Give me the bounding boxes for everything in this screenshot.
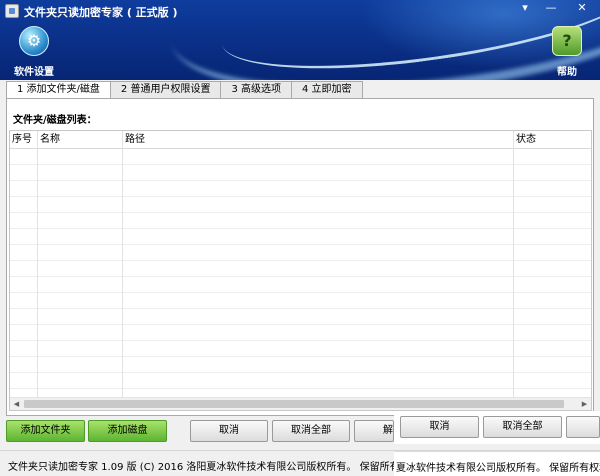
settings-label: 软件设置 — [14, 67, 54, 78]
table-row[interactable] — [10, 341, 591, 357]
tab-panel: 文件夹/磁盘列表： 序号 名称 路径 状态 ◀ ▶ — [6, 98, 594, 416]
gear-icon: ⚙ — [19, 26, 49, 56]
cancel-all-button-duplicate[interactable]: 取消全部 — [483, 416, 562, 438]
table-row[interactable] — [10, 277, 591, 293]
partial-button[interactable] — [566, 416, 600, 438]
status-bar: 文件夹只读加密专家 1.09 版 (C) 2016 洛阳夏冰软件技术有限公司版权… — [0, 450, 600, 476]
table-row[interactable] — [10, 373, 591, 389]
table-row[interactable] — [10, 357, 591, 373]
menu-dropdown-button[interactable]: ▾ — [512, 0, 538, 18]
column-header-index[interactable]: 序号 — [10, 131, 38, 149]
tab-advanced-options[interactable]: 3 高级选项 — [220, 81, 293, 98]
list-label: 文件夹/磁盘列表： — [13, 115, 97, 126]
settings-button[interactable]: ⚙ 软件设置 — [8, 26, 60, 78]
help-button[interactable]: ? 帮助 — [541, 26, 593, 78]
status-text: 文件夹只读加密专家 1.09 版 (C) 2016 洛阳夏冰软件技术有限公司版权… — [8, 462, 430, 473]
column-header-status[interactable]: 状态 — [514, 131, 591, 149]
close-button[interactable]: ✕ — [566, 0, 598, 18]
table-row[interactable] — [10, 309, 591, 325]
column-header-name[interactable]: 名称 — [38, 131, 123, 149]
table-row[interactable] — [10, 149, 591, 165]
overlay-window-fragment: 取消 取消全部 — [394, 411, 600, 444]
table-row[interactable] — [10, 165, 591, 181]
tab-encrypt-now[interactable]: 4 立即加密 — [291, 81, 363, 98]
app-icon — [5, 4, 19, 18]
tab-add-folder-disk[interactable]: 1 添加文件夹/磁盘 — [6, 81, 111, 99]
column-divider — [513, 131, 514, 398]
help-label: 帮助 — [557, 67, 577, 78]
table-row[interactable] — [10, 213, 591, 229]
table-row[interactable] — [10, 197, 591, 213]
column-divider — [37, 131, 38, 398]
cancel-all-button[interactable]: 取消全部 — [272, 420, 350, 442]
scroll-left-arrow-icon[interactable]: ◀ — [10, 398, 23, 410]
tab-user-permissions[interactable]: 2 普通用户权限设置 — [109, 81, 222, 98]
table-row[interactable] — [10, 245, 591, 261]
scrollbar-thumb[interactable] — [24, 400, 564, 408]
column-header-path[interactable]: 路径 — [123, 131, 514, 149]
table-body[interactable] — [10, 149, 591, 398]
title-bar[interactable]: 文件夹只读加密专家 ( 正式版 ) ▾ — ✕ — [0, 0, 600, 22]
table-row[interactable] — [10, 325, 591, 341]
table-row[interactable] — [10, 181, 591, 197]
minimize-button[interactable]: — — [538, 0, 564, 18]
column-divider — [122, 131, 123, 398]
folder-disk-table[interactable]: 序号 名称 路径 状态 ◀ ▶ — [9, 130, 592, 411]
cancel-button-duplicate[interactable]: 取消 — [400, 416, 479, 438]
status-overlay: 夏冰软件技术有限公司版权所有。 保留所有权利。 — [394, 451, 600, 476]
header-banner: 文件夹只读加密专家 ( 正式版 ) ▾ — ✕ ⚙ 软件设置 ? 帮助 — [0, 0, 600, 80]
status-overlay-text: 夏冰软件技术有限公司版权所有。 保留所有权利。 — [396, 463, 600, 474]
unlock-button[interactable]: 解 — [354, 420, 394, 442]
table-row[interactable] — [10, 261, 591, 277]
cancel-button[interactable]: 取消 — [190, 420, 268, 442]
table-header: 序号 名称 路径 状态 — [10, 131, 591, 149]
add-folder-button[interactable]: 添加文件夹 — [6, 420, 85, 442]
help-icon: ? — [552, 26, 582, 56]
tab-strip: 1 添加文件夹/磁盘 2 普通用户权限设置 3 高级选项 4 立即加密 — [6, 81, 363, 99]
table-row[interactable] — [10, 293, 591, 309]
table-row[interactable] — [10, 229, 591, 245]
horizontal-scrollbar[interactable]: ◀ ▶ — [10, 397, 591, 410]
add-disk-button[interactable]: 添加磁盘 — [88, 420, 167, 442]
window-title: 文件夹只读加密专家 ( 正式版 ) — [24, 6, 178, 19]
scroll-right-arrow-icon[interactable]: ▶ — [578, 398, 591, 410]
